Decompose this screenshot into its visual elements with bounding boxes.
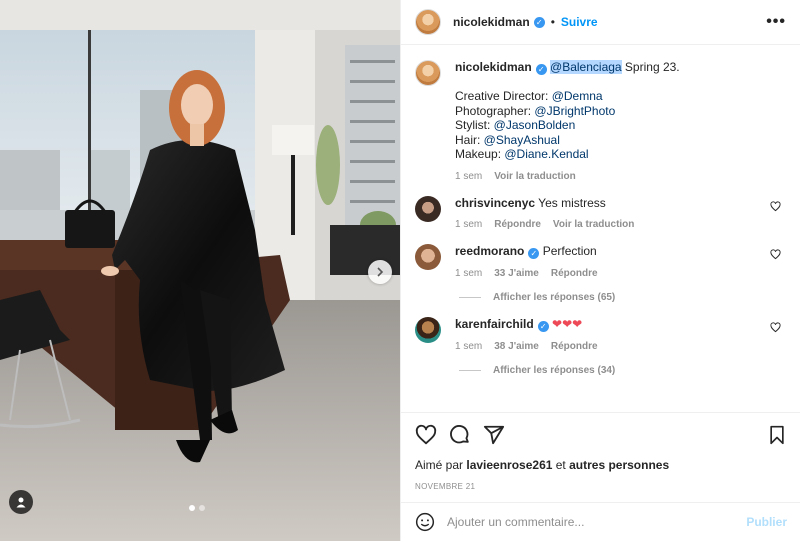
user-tags-button[interactable]	[9, 490, 33, 514]
credit-handle[interactable]: @Demna	[552, 89, 603, 103]
header-separator: •	[550, 15, 555, 29]
avatar[interactable]	[415, 244, 441, 270]
comment-time[interactable]: 1 sem	[455, 341, 482, 352]
carousel-indicator	[189, 505, 205, 511]
carousel-dot-active	[189, 505, 195, 511]
comment-username[interactable]: chrisvincenyc	[455, 196, 535, 210]
comment-likes[interactable]: 33 J'aime	[494, 268, 539, 279]
credit-handle[interactable]: @JBrightPhoto	[534, 104, 615, 118]
comment-text: Yes mistress	[538, 195, 606, 210]
avatar[interactable]	[415, 317, 441, 343]
credit-label: Makeup:	[455, 147, 505, 161]
credit-label: Photographer:	[455, 103, 535, 118]
caption-brand-mention[interactable]: @Balenciaga	[550, 60, 622, 74]
view-replies-label[interactable]: Afficher les réponses (65)	[493, 292, 615, 303]
comment-input[interactable]: Ajouter un commentaire...	[447, 515, 584, 529]
view-replies-label[interactable]: Afficher les réponses (34)	[493, 365, 615, 376]
person-icon	[16, 497, 26, 508]
translate-link[interactable]: Voir la traduction	[494, 171, 576, 182]
avatar[interactable]	[415, 60, 441, 86]
avatar[interactable]	[415, 195, 441, 222]
reply-button[interactable]: Répondre	[551, 268, 598, 279]
reply-button[interactable]: Répondre	[494, 219, 541, 230]
credit-label: Creative Director:	[455, 89, 552, 103]
post-actions: Aimé par lavieenrose261 et autres person…	[401, 412, 800, 502]
translate-link[interactable]: Voir la traduction	[553, 219, 635, 230]
carousel-next-button[interactable]	[368, 260, 392, 284]
like-comment-heart-icon[interactable]	[770, 200, 781, 212]
comment-bubble-icon[interactable]	[449, 424, 471, 446]
verified-badge-icon: ✓	[537, 321, 549, 332]
more-options-icon[interactable]: •••	[766, 13, 786, 31]
post-date[interactable]: NOVEMBRE 21	[415, 482, 787, 491]
comment-text: Perfection	[542, 244, 597, 258]
reply-button[interactable]: Répondre	[551, 341, 598, 352]
caption-text: Spring 23.	[621, 60, 680, 74]
comment-likes[interactable]: 38 J'aime	[494, 341, 539, 352]
likes-prefix: Aimé par	[415, 458, 467, 472]
caption-time[interactable]: 1 sem	[455, 171, 482, 182]
comment-text: ❤❤❤	[552, 317, 583, 331]
verified-badge-icon: ✓	[535, 64, 547, 75]
chevron-right-icon	[377, 267, 384, 277]
view-replies-button[interactable]: Afficher les réponses (65)	[455, 292, 785, 303]
caption: nicolekidman ✓ @Balenciaga Spring 23. Cre…	[415, 60, 787, 182]
comment-item: reedmorano ✓ Perfection 1 sem 33 J'aime R…	[415, 244, 787, 303]
credit-label: Stylist:	[455, 118, 494, 132]
comments-list[interactable]: nicolekidman ✓ @Balenciaga Spring 23. Cre…	[401, 46, 800, 412]
publish-button[interactable]: Publier	[746, 515, 787, 529]
post-header: nicolekidman ✓ • Suivre •••	[401, 0, 800, 45]
replies-divider	[459, 297, 481, 298]
likes-middle: et	[552, 458, 570, 472]
like-comment-heart-icon[interactable]	[770, 322, 781, 333]
post-side-panel: nicolekidman ✓ • Suivre ••• nicolekidman…	[400, 0, 800, 541]
comment-time[interactable]: 1 sem	[455, 219, 482, 230]
avatar[interactable]	[415, 9, 441, 35]
others-link[interactable]: autres personnes	[569, 458, 669, 472]
add-comment-bar: Ajouter un commentaire... Publier	[401, 502, 800, 541]
caption-username[interactable]: nicolekidman	[455, 60, 532, 74]
comment-item: chrisvincenyc Yes mistress 1 sem Répondr…	[415, 195, 787, 230]
verified-badge-icon: ✓	[533, 16, 545, 28]
like-heart-icon[interactable]	[415, 424, 437, 446]
replies-divider	[459, 370, 481, 371]
photo-image	[0, 0, 400, 541]
like-comment-heart-icon[interactable]	[770, 249, 781, 260]
post-photo[interactable]	[0, 0, 400, 541]
comment-time[interactable]: 1 sem	[455, 268, 482, 279]
comment-username[interactable]: reedmorano	[455, 244, 524, 258]
credit-handle[interactable]: @Diane.Kendal	[504, 147, 588, 161]
view-replies-button[interactable]: Afficher les réponses (34)	[455, 365, 785, 376]
verified-badge-icon: ✓	[528, 248, 540, 259]
bookmark-icon[interactable]	[767, 425, 787, 445]
credit-handle[interactable]: @JasonBolden	[494, 118, 576, 132]
carousel-dot	[199, 505, 205, 511]
likes-summary: Aimé par lavieenrose261 et autres person…	[415, 458, 787, 472]
credit-handle[interactable]: @ShayAshual	[484, 133, 560, 147]
share-paper-plane-icon[interactable]	[483, 424, 505, 446]
follow-button[interactable]: Suivre	[561, 15, 598, 29]
comment-item: karenfairchild ✓ ❤❤❤ 1 sem 38 J'aime Répo…	[415, 317, 787, 376]
liker-username[interactable]: lavieenrose261	[466, 458, 552, 472]
credit-label: Hair:	[455, 132, 484, 147]
comment-username[interactable]: karenfairchild	[455, 317, 534, 331]
header-username[interactable]: nicolekidman	[453, 15, 530, 29]
emoji-smiley-icon[interactable]	[415, 512, 435, 532]
